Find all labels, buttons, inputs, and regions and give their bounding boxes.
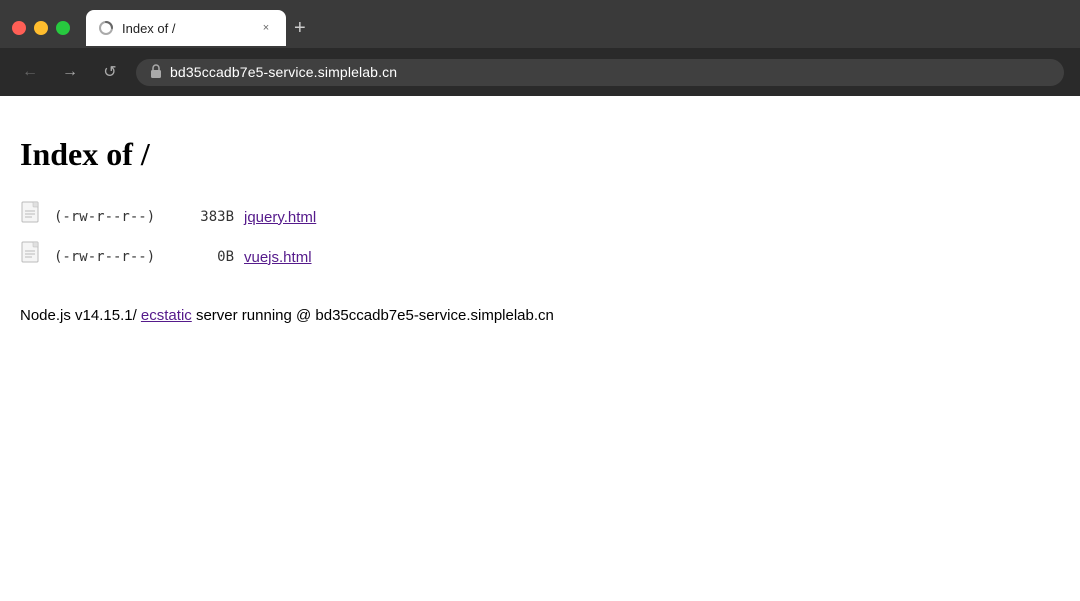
tab-title: Index of / (122, 21, 250, 36)
maximize-button[interactable] (56, 21, 70, 35)
file-link[interactable]: vuejs.html (244, 249, 312, 266)
reload-button[interactable]: ↺ (96, 58, 124, 86)
file-icon (20, 201, 44, 233)
file-permissions: (-rw-r--r--) (54, 249, 174, 265)
file-size: 383B (184, 209, 234, 225)
address-bar: ← → ↺ bd35ccadb7e5-service.simplelab.cn (0, 48, 1080, 96)
window-controls (12, 21, 70, 35)
browser-window: Index of / × + ← → ↺ bd35ccadb7e5-servic… (0, 0, 1080, 601)
file-icon (20, 241, 44, 273)
tab-bar: Index of / × + (86, 10, 1068, 46)
list-item: (-rw-r--r--) 0B vuejs.html (20, 237, 1060, 277)
url-bar[interactable]: bd35ccadb7e5-service.simplelab.cn (136, 59, 1064, 86)
title-bar: Index of / × + (0, 0, 1080, 48)
close-button[interactable] (12, 21, 26, 35)
footer-text: Node.js v14.15.1/ ecstatic server runnin… (20, 307, 1060, 324)
lock-icon (150, 64, 162, 81)
active-tab[interactable]: Index of / × (86, 10, 286, 46)
url-text: bd35ccadb7e5-service.simplelab.cn (170, 64, 397, 80)
file-list: (-rw-r--r--) 383B jquery.html (-rw-r- (20, 197, 1060, 277)
footer-suffix: server running @ bd35ccadb7e5-service.si… (192, 307, 554, 324)
list-item: (-rw-r--r--) 383B jquery.html (20, 197, 1060, 237)
file-permissions: (-rw-r--r--) (54, 209, 174, 225)
footer-prefix: Node.js v14.15.1/ (20, 307, 141, 324)
file-size: 0B (184, 249, 234, 265)
tab-favicon-icon (98, 20, 114, 36)
tab-close-button[interactable]: × (258, 20, 274, 36)
forward-button[interactable]: → (56, 58, 84, 86)
minimize-button[interactable] (34, 21, 48, 35)
file-link[interactable]: jquery.html (244, 209, 316, 226)
back-button[interactable]: ← (16, 58, 44, 86)
ecstatic-link[interactable]: ecstatic (141, 307, 192, 324)
new-tab-button[interactable]: + (286, 10, 314, 46)
page-title: Index of / (20, 136, 1060, 173)
page-content: Index of / (-rw-r--r--) 383B jquery.ht (0, 96, 1080, 601)
